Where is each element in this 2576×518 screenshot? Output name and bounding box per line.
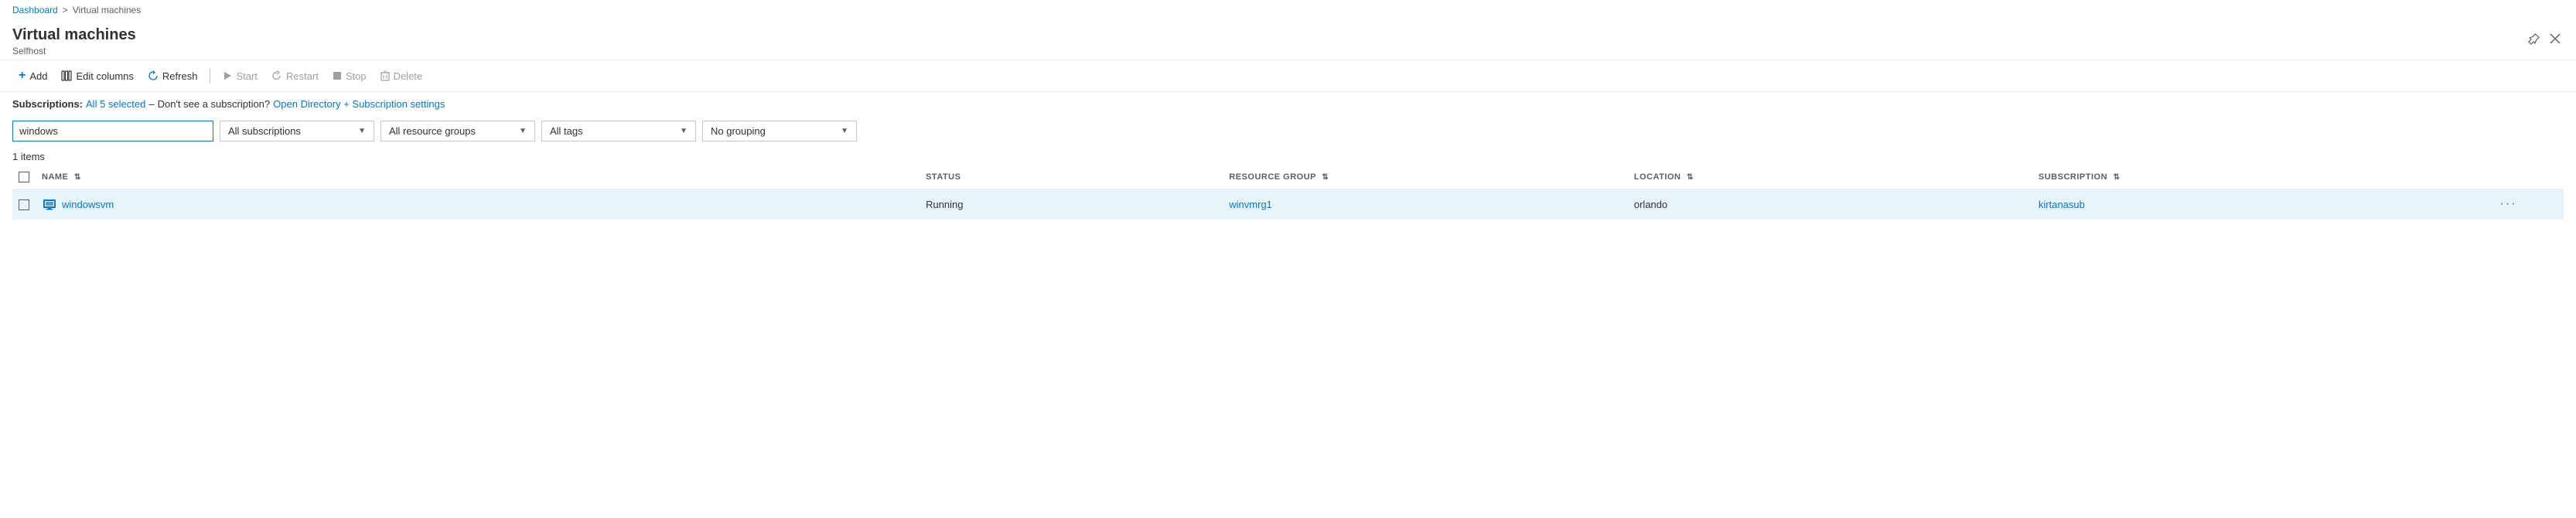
edit-columns-icon: [61, 70, 72, 81]
resource-groups-dropdown[interactable]: All resource groups ▼: [380, 121, 535, 141]
stop-label: Stop: [346, 70, 367, 82]
select-all-checkbox[interactable]: [19, 172, 29, 182]
add-icon: +: [19, 69, 26, 83]
table-header: NAME ⇅ STATUS RESOURCE GROUP ⇅ LOCATION …: [12, 165, 2564, 189]
select-all-header[interactable]: [12, 165, 36, 189]
vm-icon: [42, 196, 57, 212]
search-input[interactable]: windows: [12, 121, 213, 141]
add-label: Add: [29, 70, 47, 82]
header-actions: [2525, 26, 2564, 48]
refresh-icon: [148, 70, 159, 81]
col-status-label: STATUS: [926, 172, 960, 182]
row-checkbox-cell[interactable]: [12, 189, 36, 220]
tags-dropdown[interactable]: All tags ▼: [541, 121, 696, 141]
table-container: NAME ⇅ STATUS RESOURCE GROUP ⇅ LOCATION …: [0, 165, 2576, 220]
row-vm-name-link[interactable]: windowsvm: [62, 199, 114, 210]
row-status: Running: [926, 199, 963, 210]
add-button[interactable]: + Add: [12, 65, 53, 87]
table-body: windowsvm Running winvmrg1 orlando kirta…: [12, 189, 2564, 220]
delete-button[interactable]: Delete: [374, 66, 429, 86]
row-location-cell: orlando: [1628, 189, 2032, 220]
row-more-cell[interactable]: ···: [2487, 189, 2564, 220]
col-header-more: [2487, 165, 2564, 189]
col-name-label: NAME: [42, 172, 68, 182]
page-title-block: Virtual machines Selfhost: [12, 26, 136, 56]
stop-button[interactable]: Stop: [326, 66, 373, 86]
stop-icon: [333, 71, 342, 80]
subscriptions-label: Subscriptions:: [12, 98, 83, 110]
subscriptions-dropdown-chevron-icon: ▼: [358, 127, 366, 135]
close-button[interactable]: [2547, 30, 2564, 47]
grouping-dropdown-label: No grouping: [711, 125, 766, 137]
col-name-sort-icon: ⇅: [74, 173, 81, 182]
col-rg-sort-icon: ⇅: [1322, 173, 1329, 182]
row-resource-group-cell: winvmrg1: [1223, 189, 1628, 220]
tags-dropdown-label: All tags: [550, 125, 583, 137]
start-label: Start: [236, 70, 257, 82]
grouping-dropdown[interactable]: No grouping ▼: [702, 121, 857, 141]
col-header-location[interactable]: LOCATION ⇅: [1628, 165, 2032, 189]
restart-label: Restart: [286, 70, 319, 82]
col-rg-label: RESOURCE GROUP: [1229, 172, 1316, 182]
row-location: orlando: [1634, 199, 1667, 210]
delete-icon: [380, 70, 390, 81]
col-header-subscription[interactable]: SUBSCRIPTION ⇅: [2032, 165, 2488, 189]
subscriptions-bar: Subscriptions: All 5 selected – Don't se…: [0, 92, 2576, 116]
open-directory-link[interactable]: Open Directory + Subscription settings: [273, 98, 445, 110]
grouping-dropdown-chevron-icon: ▼: [841, 127, 848, 135]
start-button[interactable]: Start: [217, 66, 263, 86]
breadcrumb-separator: >: [63, 5, 68, 15]
toolbar: + Add Edit columns Refresh Start: [0, 60, 2576, 92]
delete-label: Delete: [394, 70, 423, 82]
resource-groups-dropdown-label: All resource groups: [389, 125, 476, 137]
col-header-status[interactable]: STATUS: [920, 165, 1223, 189]
refresh-label: Refresh: [162, 70, 198, 82]
row-resource-group-link[interactable]: winvmrg1: [1229, 199, 1272, 210]
row-subscription-cell: kirtanasub: [2032, 189, 2488, 220]
page-header: Virtual machines Selfhost: [0, 20, 2576, 60]
subscriptions-dropdown[interactable]: All subscriptions ▼: [220, 121, 374, 141]
edit-columns-button[interactable]: Edit columns: [55, 66, 139, 86]
table-row: windowsvm Running winvmrg1 orlando kirta…: [12, 189, 2564, 220]
restart-button[interactable]: Restart: [265, 66, 325, 86]
filter-row: windows All subscriptions ▼ All resource…: [0, 116, 2576, 146]
col-location-label: LOCATION: [1634, 172, 1681, 182]
col-sub-sort-icon: ⇅: [2114, 173, 2121, 182]
dont-see-text: Don't see a subscription?: [158, 98, 271, 110]
row-more-button[interactable]: ···: [2493, 196, 2523, 213]
subscriptions-dropdown-label: All subscriptions: [228, 125, 301, 137]
resource-groups-dropdown-chevron-icon: ▼: [519, 127, 527, 135]
row-checkbox[interactable]: [19, 199, 29, 210]
refresh-button[interactable]: Refresh: [142, 66, 204, 86]
col-header-name[interactable]: NAME ⇅: [36, 165, 920, 189]
row-subscription-link[interactable]: kirtanasub: [2039, 199, 2085, 210]
breadcrumb-current: Virtual machines: [73, 5, 142, 15]
subscriptions-separator: –: [148, 98, 154, 110]
start-icon: [223, 71, 232, 80]
restart-icon: [271, 70, 282, 81]
items-count: 1 items: [0, 146, 2576, 165]
col-location-sort-icon: ⇅: [1687, 173, 1694, 182]
all-selected-link[interactable]: All 5 selected: [86, 98, 145, 110]
page-subtitle: Selfhost: [12, 46, 136, 56]
vm-table: NAME ⇅ STATUS RESOURCE GROUP ⇅ LOCATION …: [12, 165, 2564, 220]
col-header-resource-group[interactable]: RESOURCE GROUP ⇅: [1223, 165, 1628, 189]
edit-columns-label: Edit columns: [76, 70, 133, 82]
row-status-cell: Running: [920, 189, 1223, 220]
tags-dropdown-chevron-icon: ▼: [680, 127, 688, 135]
breadcrumb-dashboard-link[interactable]: Dashboard: [12, 5, 58, 15]
page-title: Virtual machines: [12, 26, 136, 44]
row-name-content: windowsvm: [42, 196, 913, 212]
breadcrumb: Dashboard > Virtual machines: [0, 0, 2576, 20]
col-sub-label: SUBSCRIPTION: [2039, 172, 2107, 182]
row-name-cell: windowsvm: [36, 189, 920, 220]
pin-button[interactable]: [2525, 29, 2544, 48]
